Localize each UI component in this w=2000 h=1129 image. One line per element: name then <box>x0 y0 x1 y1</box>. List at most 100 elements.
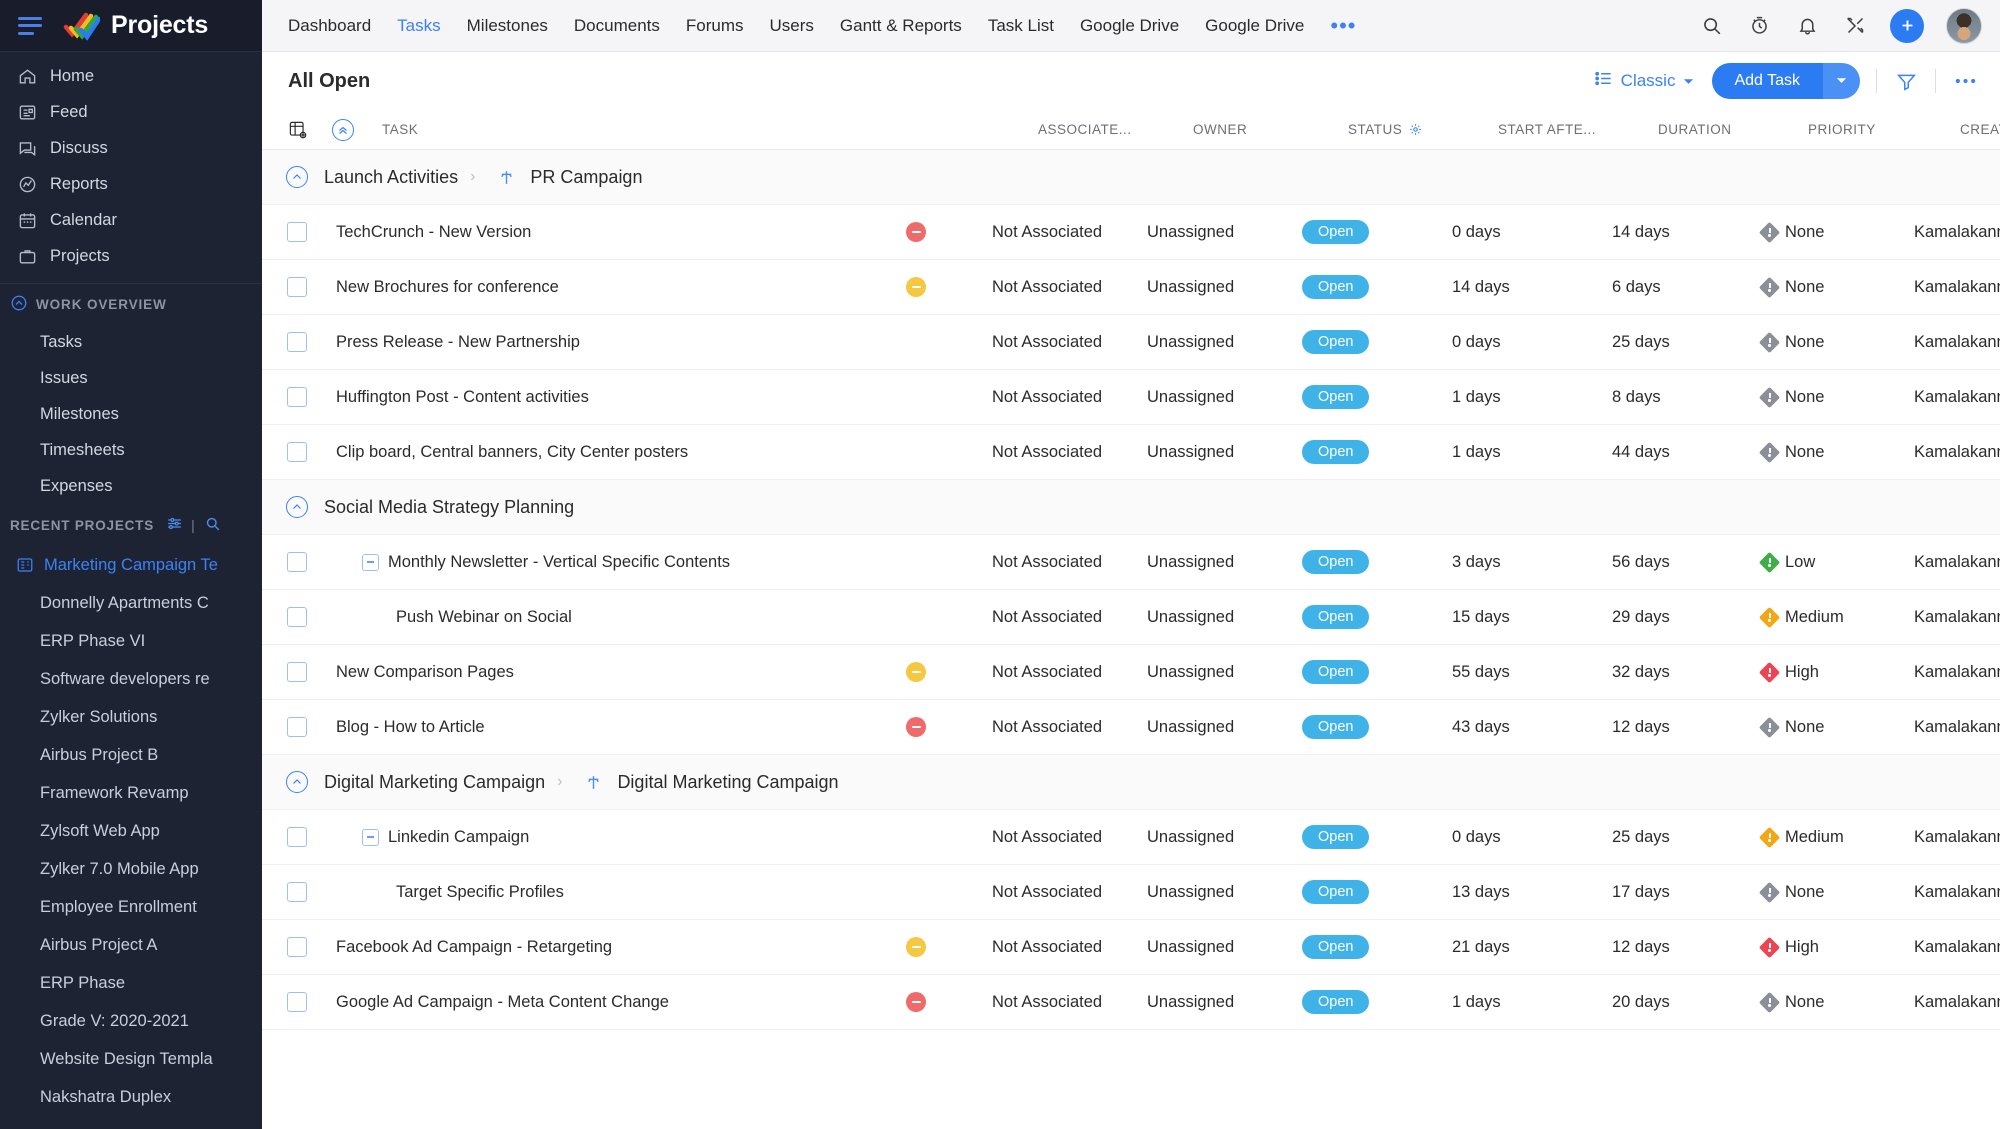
task-name-cell[interactable]: Google Ad Campaign - Meta Content Change <box>320 993 906 1012</box>
add-new-button[interactable] <box>1890 8 1924 43</box>
table-row[interactable]: Monthly Newsletter - Vertical Specific C… <box>262 535 2000 590</box>
task-group-header[interactable]: Launch Activities › PR Campaign <box>262 150 2000 205</box>
table-row[interactable]: New Brochures for conference Not Associat… <box>262 260 2000 315</box>
status-badge[interactable]: Open <box>1302 439 1370 465</box>
status-badge[interactable]: Open <box>1302 604 1370 630</box>
sidebar-project-item[interactable]: Grade V: 2020-2021 <box>0 1002 262 1040</box>
task-name-cell[interactable]: Push Webinar on Social <box>320 608 906 627</box>
tab-milestones[interactable]: Milestones <box>467 16 548 36</box>
task-checkbox[interactable] <box>287 937 307 957</box>
status-badge[interactable]: Open <box>1302 714 1370 740</box>
tab-users[interactable]: Users <box>770 16 814 36</box>
tools-icon[interactable] <box>1842 13 1868 39</box>
sidebar-item-expenses[interactable]: Expenses <box>0 468 262 504</box>
column-header-created-by[interactable]: CREATED BY <box>1960 122 2000 137</box>
sliders-icon[interactable] <box>166 515 183 535</box>
task-name-cell[interactable]: Monthly Newsletter - Vertical Specific C… <box>320 553 906 572</box>
sidebar-item-timesheets[interactable]: Timesheets <box>0 432 262 468</box>
group-collapse-toggle[interactable] <box>274 771 320 793</box>
tab-google-drive-2[interactable]: Google Drive <box>1205 16 1304 36</box>
task-checkbox[interactable] <box>287 277 307 297</box>
sidebar-item-issues[interactable]: Issues <box>0 360 262 396</box>
sidebar-item-projects[interactable]: Projects <box>0 238 262 274</box>
task-name-cell[interactable]: Huffington Post - Content activities <box>320 388 906 407</box>
sidebar-project-item[interactable]: Framework Revamp <box>0 774 262 812</box>
column-header-duration[interactable]: DURATION <box>1658 122 1808 137</box>
table-row[interactable]: Target Specific Profiles Not Associated Un… <box>262 865 2000 920</box>
task-checkbox[interactable] <box>287 607 307 627</box>
sidebar-project-item[interactable]: Airbus Project A <box>0 926 262 964</box>
sidebar-project-item[interactable]: Website Design Templa <box>0 1040 262 1078</box>
column-header-status[interactable]: STATUS <box>1348 122 1498 137</box>
more-options-ellipsis-icon[interactable] <box>1952 68 1978 94</box>
expand-subtask-icon[interactable] <box>362 828 379 846</box>
sidebar-item-feed[interactable]: Feed <box>0 94 262 130</box>
task-checkbox[interactable] <box>287 662 307 682</box>
task-checkbox[interactable] <box>287 827 307 847</box>
group-collapse-toggle[interactable] <box>274 496 320 518</box>
task-group-header[interactable]: Digital Marketing Campaign › Digital Marke… <box>262 755 2000 810</box>
status-badge[interactable]: Open <box>1302 824 1370 850</box>
association-blocked-icon[interactable] <box>906 992 926 1012</box>
status-badge[interactable]: Open <box>1302 274 1370 300</box>
funnel-filter-icon[interactable] <box>1893 68 1919 94</box>
sidebar-item-home[interactable]: Home <box>0 58 262 94</box>
collapse-all-icon[interactable] <box>320 118 366 141</box>
column-header-priority[interactable]: PRIORITY <box>1808 122 1960 137</box>
sidebar-project-item[interactable]: ERP Phase <box>0 964 262 1002</box>
tab-dashboard[interactable]: Dashboard <box>288 16 371 36</box>
tab-tasks[interactable]: Tasks <box>397 16 440 36</box>
sidebar-item-tasks[interactable]: Tasks <box>0 324 262 360</box>
sidebar-project-item[interactable]: Zylker Solutions <box>0 698 262 736</box>
task-checkbox[interactable] <box>287 222 307 242</box>
column-header-task[interactable]: TASK <box>366 122 952 137</box>
chevron-up-circle-icon[interactable] <box>286 496 308 518</box>
table-row[interactable]: Clip board, Central banners, City Center… <box>262 425 2000 480</box>
column-header-associate[interactable]: ASSOCIATE... <box>1038 122 1193 137</box>
task-name-cell[interactable]: Blog - How to Article <box>320 718 906 737</box>
add-task-dropdown-chevron-down-icon[interactable] <box>1822 63 1860 99</box>
search-icon[interactable] <box>204 515 221 535</box>
notification-bell-icon[interactable] <box>1794 13 1820 39</box>
table-row[interactable]: Push Webinar on Social Not Associated Unas… <box>262 590 2000 645</box>
chevron-up-circle-icon[interactable] <box>10 294 28 315</box>
task-name-cell[interactable]: Clip board, Central banners, City Center… <box>320 443 906 462</box>
task-name-cell[interactable]: Press Release - New Partnership <box>320 333 906 352</box>
table-row[interactable]: Facebook Ad Campaign - Retargeting Not As… <box>262 920 2000 975</box>
table-row[interactable]: TechCrunch - New Version Not Associated Un… <box>262 205 2000 260</box>
more-tabs-ellipsis-icon[interactable]: ••• <box>1330 14 1356 36</box>
sidebar-project-item[interactable]: Employee Enrollment <box>0 888 262 926</box>
view-switcher[interactable]: Classic <box>1594 69 1695 93</box>
table-row[interactable]: Press Release - New Partnership Not Assoc… <box>262 315 2000 370</box>
table-row[interactable]: Huffington Post - Content activities Not … <box>262 370 2000 425</box>
table-row[interactable]: Google Ad Campaign - Meta Content Change… <box>262 975 2000 1030</box>
task-name-cell[interactable]: TechCrunch - New Version <box>320 223 906 242</box>
status-badge[interactable]: Open <box>1302 934 1370 960</box>
tab-task-list[interactable]: Task List <box>988 16 1054 36</box>
sidebar-project-item[interactable]: Software developers re <box>0 660 262 698</box>
table-row[interactable]: New Comparison Pages Not Associated Unassi… <box>262 645 2000 700</box>
task-name-cell[interactable]: New Brochures for conference <box>320 278 906 297</box>
status-badge[interactable]: Open <box>1302 989 1370 1015</box>
table-row[interactable]: Blog - How to Article Not Associated Unass… <box>262 700 2000 755</box>
sidebar-project-item[interactable]: ERP Phase VI <box>0 622 262 660</box>
task-checkbox[interactable] <box>287 332 307 352</box>
status-badge[interactable]: Open <box>1302 219 1370 245</box>
task-checkbox[interactable] <box>287 387 307 407</box>
status-badge[interactable]: Open <box>1302 384 1370 410</box>
association-blocked-icon[interactable] <box>906 937 926 957</box>
chevron-up-circle-icon[interactable] <box>286 166 308 188</box>
task-name-cell[interactable]: New Comparison Pages <box>320 663 906 682</box>
task-checkbox[interactable] <box>287 882 307 902</box>
task-name-cell[interactable]: Facebook Ad Campaign - Retargeting <box>320 938 906 957</box>
sidebar-item-reports[interactable]: Reports <box>0 166 262 202</box>
sidebar-project-item[interactable]: Airbus Project B <box>0 736 262 774</box>
add-task-button[interactable]: Add Task <box>1712 63 1822 99</box>
tab-google-drive[interactable]: Google Drive <box>1080 16 1179 36</box>
sidebar-item-discuss[interactable]: Discuss <box>0 130 262 166</box>
column-header-owner[interactable]: OWNER <box>1193 122 1348 137</box>
group-collapse-toggle[interactable] <box>274 166 320 188</box>
task-checkbox[interactable] <box>287 442 307 462</box>
task-checkbox[interactable] <box>287 552 307 572</box>
search-icon[interactable] <box>1698 13 1724 39</box>
